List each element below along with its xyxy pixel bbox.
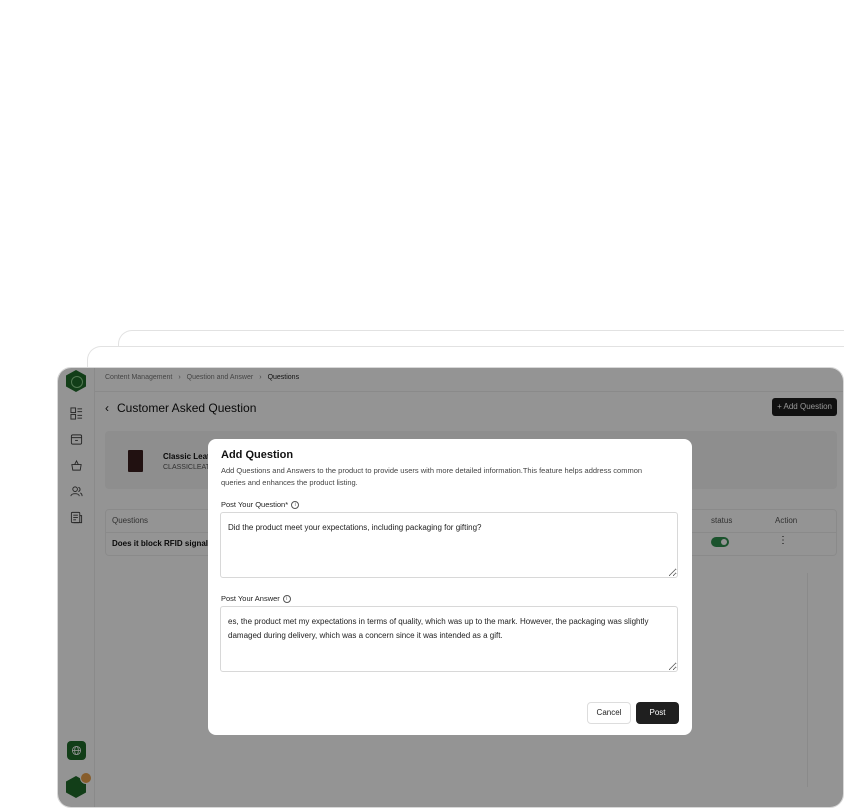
answer-textarea[interactable]: es, the product met my expectations in t… — [220, 606, 678, 672]
modal-title: Add Question — [221, 449, 294, 461]
question-label-text: Post Your Question* — [221, 500, 289, 509]
answer-label-text: Post Your Answer — [221, 594, 280, 603]
info-icon[interactable]: i — [291, 500, 300, 509]
add-question-modal: Add Question Add Questions and Answers t… — [208, 439, 692, 735]
answer-label: Post Your Answer i — [221, 594, 291, 603]
cancel-button[interactable]: Cancel — [587, 702, 631, 724]
info-icon[interactable]: i — [282, 594, 291, 603]
question-textarea[interactable]: Did the product meet your expectations, … — [220, 512, 678, 578]
modal-description: Add Questions and Answers to the product… — [221, 466, 643, 487]
post-button[interactable]: Post — [636, 702, 679, 724]
question-label: Post Your Question* i — [221, 500, 300, 509]
